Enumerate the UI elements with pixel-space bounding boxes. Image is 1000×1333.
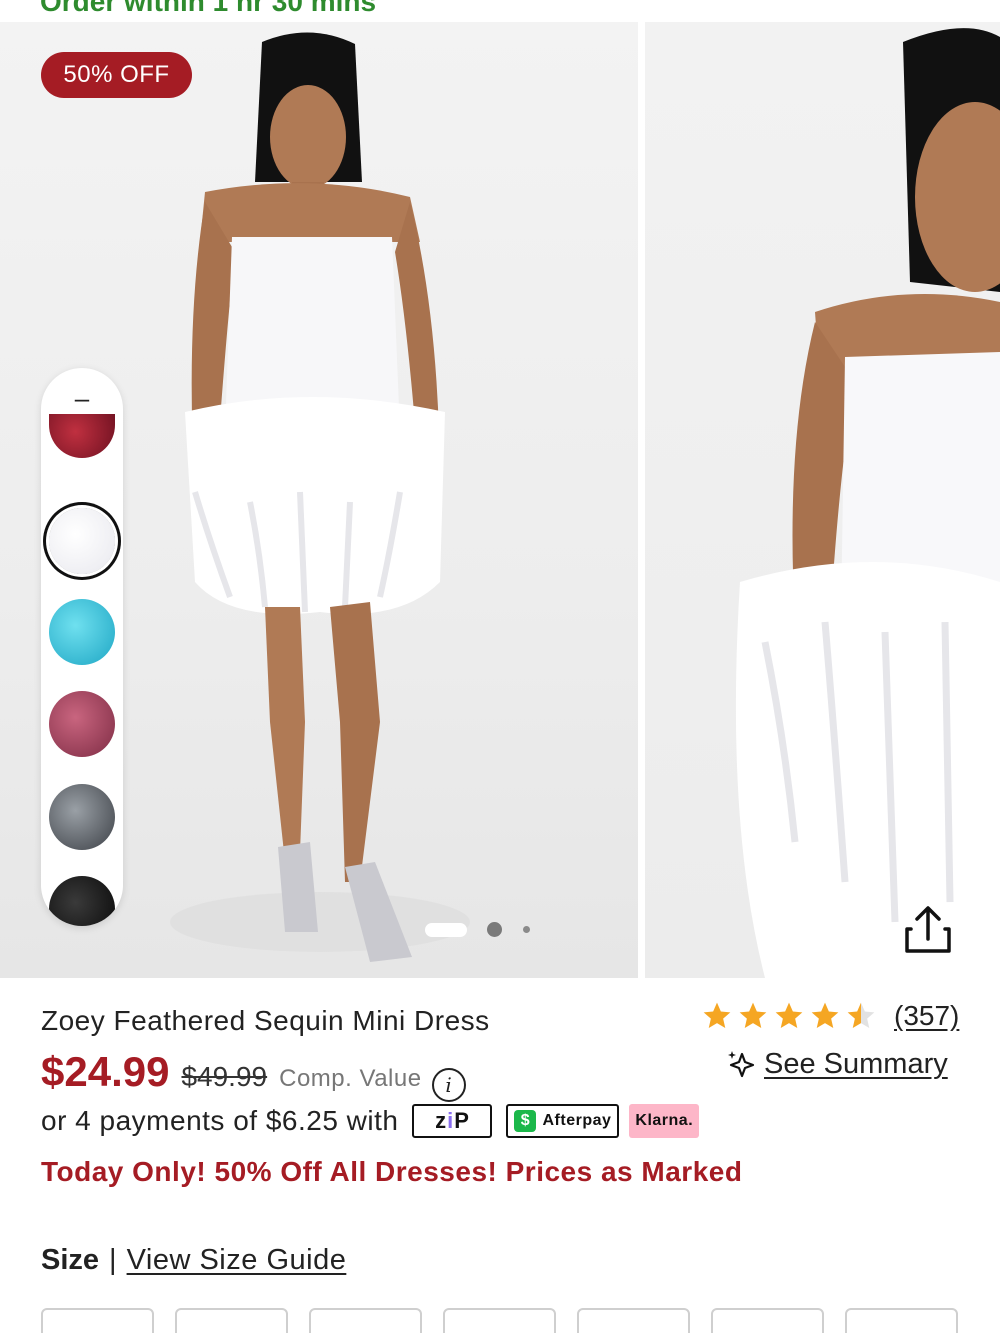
review-count-link[interactable]: (357) (894, 1000, 959, 1032)
see-summary-link[interactable]: See Summary (726, 1048, 948, 1081)
swatch-silver[interactable] (49, 784, 115, 850)
swatch-rose[interactable] (49, 691, 115, 757)
sale-price: $24.99 (41, 1048, 170, 1095)
share-icon (905, 906, 951, 953)
sparkle-icon (728, 1050, 755, 1077)
model-illustration-closeup (735, 28, 1000, 978)
star-filled-icon (703, 1002, 731, 1028)
see-summary-label[interactable]: See Summary (764, 1048, 948, 1081)
share-button[interactable] (898, 900, 958, 960)
product-photo-front[interactable]: 50% OFF – (0, 22, 638, 978)
original-price: $49.99 (181, 1061, 268, 1092)
star-filled-icon (739, 1002, 767, 1028)
carousel-dot[interactable] (523, 926, 530, 933)
size-label: Size (41, 1244, 100, 1276)
size-option[interactable] (41, 1308, 154, 1333)
promo-message: Today Only! 50% Off All Dresses! Prices … (41, 1156, 743, 1187)
star-half-icon (847, 1002, 875, 1028)
size-header: Size | View Size Guide (41, 1244, 346, 1277)
size-options (41, 1308, 958, 1333)
size-option[interactable] (845, 1308, 958, 1333)
afterpay-label: Afterpay (542, 1112, 612, 1129)
color-swatch-rail[interactable]: – (41, 368, 123, 926)
delivery-banner: Order within 1 hr 30 mins (40, 0, 377, 17)
size-option[interactable] (443, 1308, 556, 1333)
cash-app-icon: $ (514, 1110, 537, 1132)
size-option[interactable] (175, 1308, 288, 1333)
star-filled-icon (775, 1002, 803, 1028)
zip-logo-part: P (454, 1108, 470, 1133)
size-option[interactable] (309, 1308, 422, 1333)
carousel-dot-active[interactable] (425, 922, 467, 937)
rating-stars (700, 1000, 878, 1032)
product-title: Zoey Feathered Sequin Mini Dress (41, 1005, 490, 1036)
size-option[interactable] (711, 1308, 824, 1333)
swatch-white[interactable] (49, 508, 115, 574)
product-rating[interactable]: (357) (700, 1000, 959, 1032)
star-filled-icon (811, 1002, 839, 1028)
product-image-gallery[interactable]: 50% OFF – (0, 22, 1000, 978)
zip-logo-part: z (435, 1108, 448, 1133)
carousel-indicator (425, 922, 530, 937)
size-option[interactable] (577, 1308, 690, 1333)
discount-badge: 50% OFF (41, 52, 192, 98)
size-separator: | (109, 1244, 117, 1276)
zip-logo-part: i (447, 1108, 455, 1133)
product-photo-closeup[interactable] (645, 22, 1000, 978)
carousel-dot[interactable] (487, 922, 502, 937)
klarna-payment-button[interactable]: Klarna. (629, 1104, 700, 1138)
swatch-turquoise[interactable] (49, 599, 115, 665)
payments-text: or 4 payments of $6.25 with (41, 1105, 399, 1136)
comp-value-label: Comp. Value (279, 1065, 422, 1092)
installment-payments: or 4 payments of $6.25 with ziP $ Afterpa… (41, 1104, 700, 1138)
size-guide-link[interactable]: View Size Guide (127, 1244, 347, 1277)
swatch-black[interactable] (49, 876, 115, 926)
afterpay-payment-button[interactable]: $ Afterpay (506, 1104, 620, 1138)
collapse-swatches-button[interactable]: – (41, 383, 123, 413)
swatch-red-sequin[interactable] (49, 414, 115, 458)
price-row: $24.99 $49.99 Comp. Value i (41, 1048, 466, 1102)
info-icon[interactable]: i (431, 1068, 466, 1102)
zip-payment-button[interactable]: ziP (412, 1104, 493, 1138)
